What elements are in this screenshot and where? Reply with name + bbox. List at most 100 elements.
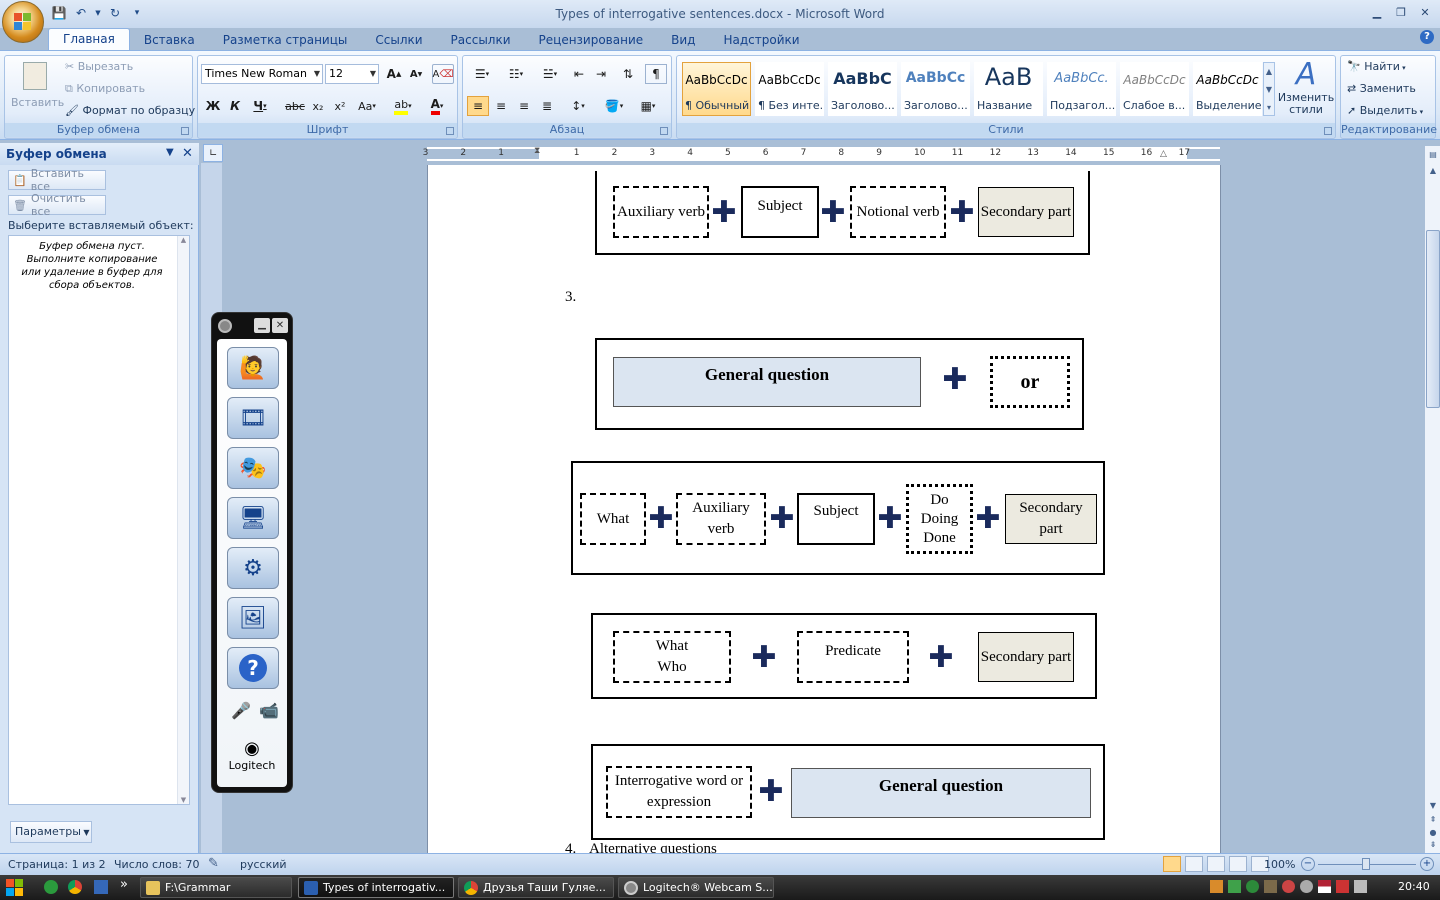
next-page-icon[interactable]: ⇟ [1426,838,1440,852]
multilevel-list-button[interactable]: ☱ ▾ [535,64,565,84]
tab-references[interactable]: Ссылки [361,30,436,50]
quicklaunch-green-icon[interactable] [44,880,58,894]
help-circle-icon[interactable]: ? [227,647,279,689]
tray-webcam-icon[interactable] [1300,880,1313,893]
print-layout-icon[interactable] [1163,856,1181,872]
tab-mailings[interactable]: Рассылки [437,30,525,50]
clipboard-list[interactable]: Буфер обмена пуст. Выполните копирование… [8,235,190,805]
quicklaunch-more-icon[interactable]: » [120,877,128,892]
paste-button[interactable]: Вставить [9,58,64,120]
style-heading1[interactable]: AaBbC Заголово... [828,62,897,116]
masks-icon[interactable]: 🎭 [227,447,279,489]
font-name-combo[interactable]: Times New Roman ▼ [201,64,323,84]
scroll-down-icon[interactable]: ▼ [1426,799,1440,813]
clipboard-scrollbar[interactable]: ▲ ▼ [177,236,189,804]
gears-icon[interactable]: ⚙ [227,547,279,589]
volume-icon[interactable] [1354,880,1367,893]
align-right-button[interactable]: ≡ [513,96,535,116]
start-button[interactable] [6,879,24,897]
shrink-font-button[interactable]: A ▼ [406,64,426,84]
tab-insert[interactable]: Вставка [130,30,209,50]
status-word-count[interactable]: Число слов: 70 [114,858,200,871]
zoom-in-icon[interactable]: + [1420,857,1434,871]
highlight-button[interactable]: ab ▾ [388,96,418,116]
status-page[interactable]: Страница: 1 из 2 [8,858,106,871]
style-emphasis[interactable]: AaBbCcDc Выделение [1193,62,1262,116]
borders-button[interactable]: ▦ ▾ [633,96,663,116]
options-button[interactable]: Параметры ▼ [10,821,92,843]
clear-format-button[interactable]: A ⌫ [432,64,454,84]
paste-all-button[interactable]: 📋 Вставить все [8,167,106,193]
show-marks-button[interactable]: ¶ [645,64,667,84]
close-button[interactable]: ✕ [1414,3,1436,21]
person-icon[interactable]: 🙋 [227,347,279,389]
numbering-button[interactable]: ☷ ▾ [501,64,531,84]
pane-menu-icon[interactable]: ▼ [166,147,174,158]
styles-scroll[interactable]: ▲ ▼ ▾ [1263,62,1275,116]
prev-page-icon[interactable]: ⇞ [1426,813,1440,827]
right-indent-marker-icon[interactable]: △ [1160,149,1167,159]
tray-icon[interactable] [1246,880,1259,893]
cut-button[interactable]: ✂ Вырезать [65,60,133,73]
font-launcher-icon[interactable] [446,127,454,135]
taskbar-clock[interactable]: 20:40 [1398,880,1430,893]
language-flag-icon[interactable] [1318,880,1331,893]
tab-home[interactable]: Главная [48,28,130,50]
ruler-toggle-icon[interactable]: ▤ [1426,148,1440,162]
style-normal[interactable]: AaBbCcDc ¶ Обычный [682,62,751,116]
video-gallery-icon[interactable]: 🎞 [227,397,279,439]
tray-icon[interactable] [1264,880,1277,893]
tab-addins[interactable]: Надстройки [709,30,813,50]
subscript-button[interactable]: x₂ [308,96,328,116]
tab-review[interactable]: Рецензирование [525,30,658,50]
tab-selector[interactable]: ∟ [203,144,223,162]
web-layout-icon[interactable] [1207,856,1225,872]
format-painter-button[interactable]: 🖌 Формат по образцу [65,104,195,117]
tray-icon[interactable] [1210,880,1223,893]
indent-marker-icon[interactable]: ⧗ [534,146,540,156]
help-icon[interactable]: ? [1420,30,1434,44]
justify-button[interactable]: ≣ [536,96,558,116]
status-language[interactable]: русский [240,858,287,871]
panel-close-button[interactable]: ✕ [272,318,288,333]
taskbar-item-logitech[interactable]: Logitech® Webcam S... [618,877,774,898]
zoom-level[interactable]: 100% [1264,858,1295,871]
sort-button[interactable]: ⇅ [617,64,639,84]
underline-button[interactable]: Ч ▾ [247,96,273,116]
style-no-spacing[interactable]: AaBbCcDc ¶ Без инте... [755,62,824,116]
style-subtle-emphasis[interactable]: AaBbCcDc Слабое в... [1120,62,1189,116]
change-styles-button[interactable]: A Изменить стили [1277,58,1335,122]
maximize-button[interactable]: ❐ [1390,3,1412,21]
microphone-icon[interactable]: 🎤 [231,701,251,720]
scroll-up-icon[interactable]: ▲ [1426,164,1440,178]
tab-page-layout[interactable]: Разметка страницы [209,30,362,50]
decrease-indent-button[interactable]: ⇤ [569,64,589,84]
proofing-icon[interactable]: ✎ [208,856,219,871]
style-title[interactable]: AaB Название [974,62,1043,116]
clipboard-launcher-icon[interactable] [181,127,189,135]
panel-minimize-button[interactable]: ▁ [254,318,270,333]
bullets-button[interactable]: ☰ ▾ [467,64,497,84]
taskbar-item-chrome[interactable]: Друзья Таши Гуляе... [458,877,614,898]
taskbar-item-explorer[interactable]: F:\Grammar [140,877,292,898]
grow-font-button[interactable]: A ▲ [384,64,404,84]
zoom-out-icon[interactable]: − [1301,857,1315,871]
vertical-scrollbar[interactable]: ▤ ▲ ▼ ⇞ ● ⇟ [1424,146,1440,853]
font-color-button[interactable]: A ▾ [422,96,452,116]
full-screen-reading-icon[interactable] [1185,856,1203,872]
copy-button[interactable]: ⧉ Копировать [65,82,145,96]
tray-icon[interactable] [1336,880,1349,893]
superscript-button[interactable]: x² [330,96,350,116]
camera-icon[interactable]: 📹 [259,701,279,720]
clear-all-button[interactable]: 🗑 Очистить все [8,192,106,218]
replace-button[interactable]: ⇄ Заменить [1347,82,1416,95]
minimize-button[interactable]: ▁ [1366,3,1388,21]
office-button[interactable] [2,1,44,43]
styles-launcher-icon[interactable] [1324,127,1332,135]
outline-icon[interactable] [1229,856,1247,872]
select-button[interactable]: ➚ Выделить ▾ [1347,104,1423,117]
find-button[interactable]: 🔭 Найти ▾ [1347,60,1406,73]
quicklaunch-chrome-icon[interactable] [68,880,82,894]
taskbar-item-word[interactable]: Types of interrogativ... [298,877,454,898]
change-case-button[interactable]: Aa ▾ [353,96,381,116]
